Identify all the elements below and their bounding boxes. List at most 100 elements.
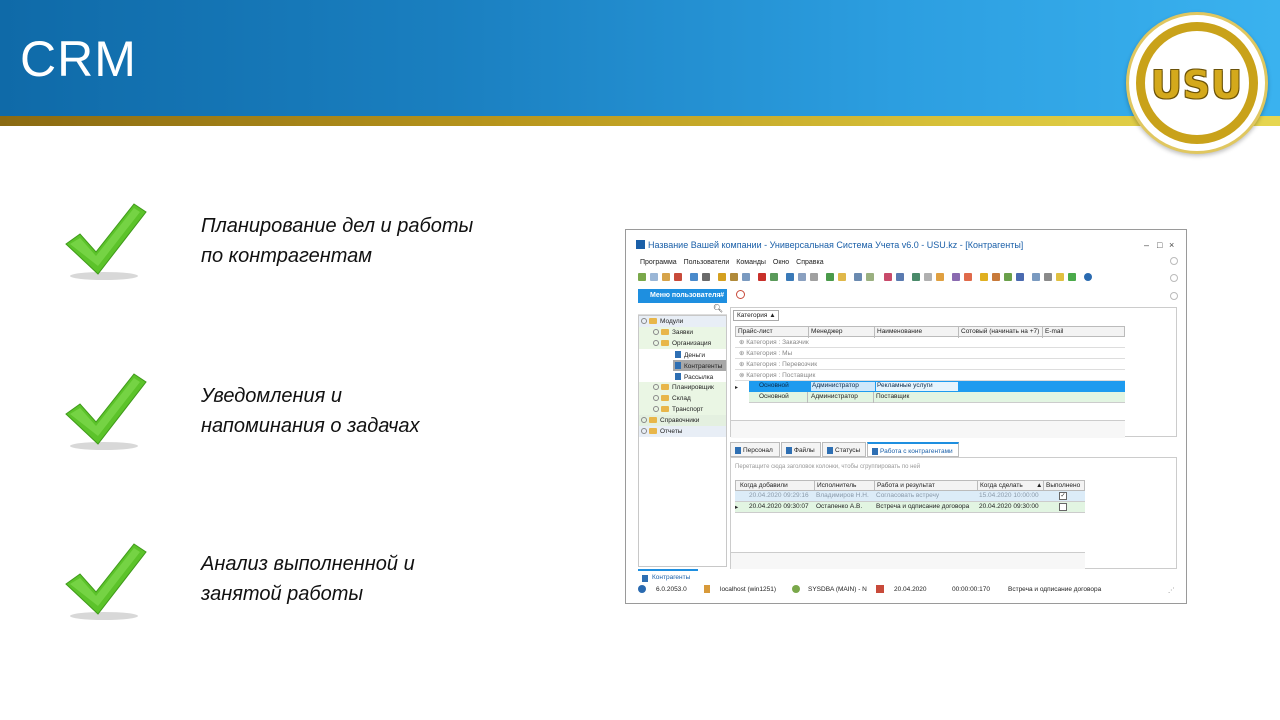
tree-item-reports[interactable]: Отчеты [641, 428, 682, 439]
table-cell: Согласовать встречу [876, 492, 940, 499]
menu-commands[interactable]: Команды [736, 259, 766, 266]
toolbar-overflow-icon[interactable] [1170, 274, 1178, 282]
sidebar-search[interactable]: 🔍︎ [638, 303, 727, 315]
toolbar-report-icon[interactable] [912, 273, 920, 281]
expand-icon[interactable] [641, 428, 647, 434]
tab-label: Работа с контрагентами [880, 448, 953, 455]
document-icon [675, 373, 681, 380]
table-row[interactable]: Основной Администратор Поставщик [749, 392, 1125, 403]
done-checkbox[interactable]: ✓ [1059, 492, 1067, 500]
group-row[interactable]: ⊗ Категория : Поставщик [735, 370, 1125, 381]
toolbar-color-icon[interactable] [964, 273, 972, 281]
tree-item-money[interactable]: Деньги [675, 351, 705, 362]
toolbar-bulb-icon[interactable] [936, 273, 944, 281]
close-button[interactable]: × [1169, 240, 1174, 250]
tree-item-mailing[interactable]: Рассылка [675, 373, 713, 384]
toolbar-search-icon[interactable] [702, 273, 710, 281]
toolbar-money-icon[interactable] [980, 273, 988, 281]
toolbar-calendar-icon[interactable] [896, 273, 904, 281]
toolbar-list-icon[interactable] [810, 273, 818, 281]
table-row[interactable]: Основной Администратор Рекламные услуги [749, 381, 1125, 392]
toolbar-note-icon[interactable] [838, 273, 846, 281]
column-header[interactable]: E-mail [1045, 328, 1063, 335]
tree-item-planner[interactable]: Планировщик [653, 384, 714, 395]
toolbar-import-icon[interactable] [826, 273, 834, 281]
toolbar-users-icon[interactable] [952, 273, 960, 281]
collapse-icon[interactable] [641, 318, 647, 324]
toolbar-printer-icon[interactable] [1044, 273, 1052, 281]
table-row[interactable]: 20.04.2020 09:29:16 Владимиров Н.Н. Согл… [735, 491, 1085, 502]
toolbar-export-icon[interactable] [854, 273, 862, 281]
toolbar-mail-icon[interactable] [884, 273, 892, 281]
toolbar-lock-icon[interactable] [992, 273, 1000, 281]
group-row[interactable]: ⊕ Категория : Перевозчик [735, 359, 1125, 370]
panel-overflow-icon[interactable] [1170, 292, 1178, 300]
column-header[interactable]: Работа и результат [877, 482, 935, 489]
resize-grip-icon[interactable]: ⋰ [1168, 586, 1175, 594]
group-row[interactable]: ⊕ Категория : Мы [735, 348, 1125, 359]
column-header[interactable]: Сотовый (начинать на +7) [961, 328, 1039, 335]
tab-files[interactable]: Файлы [781, 442, 821, 457]
toolbar-settings-icon[interactable] [924, 273, 932, 281]
tree-item-contractors[interactable]: Контрагенты [675, 362, 722, 373]
toolbar-star-icon[interactable] [1056, 273, 1064, 281]
expand-icon[interactable] [653, 384, 659, 390]
tree-item-organization[interactable]: Организация [653, 340, 711, 351]
tree-item-requests[interactable]: Заявки [653, 329, 693, 340]
tree-item-transport[interactable]: Транспорт [653, 406, 703, 417]
tree-item-warehouse[interactable]: Склад [653, 395, 691, 406]
maximize-button[interactable]: □ [1157, 240, 1162, 250]
collapse-icon[interactable] [653, 340, 659, 346]
group-row[interactable]: ⊕ Категория : Заказчик [735, 337, 1125, 348]
expand-icon[interactable] [653, 406, 659, 412]
toolbar-add-icon[interactable] [638, 273, 646, 281]
toolbar-chart-icon[interactable] [770, 273, 778, 281]
toolbar-sort-icon[interactable] [730, 273, 738, 281]
column-header[interactable]: Выполнено [1046, 482, 1080, 489]
column-header[interactable]: Менеджер [811, 328, 843, 335]
expand-icon[interactable] [653, 395, 659, 401]
expand-icon[interactable] [641, 417, 647, 423]
toolbar-delete-icon[interactable] [674, 273, 682, 281]
tree-item-references[interactable]: Справочники [641, 417, 699, 428]
tab-work-with-contractors[interactable]: Работа с контрагентами [867, 442, 959, 457]
toolbar-play-icon[interactable] [1068, 273, 1076, 281]
done-checkbox[interactable] [1059, 503, 1067, 511]
tab-staff[interactable]: Персонал [730, 442, 780, 457]
toolbar-refresh-icon[interactable] [690, 273, 698, 281]
expand-icon[interactable] [653, 329, 659, 335]
toolbar-tree-icon[interactable] [1004, 273, 1012, 281]
menu-overflow-icon[interactable] [1170, 257, 1178, 265]
toolbar-back-icon[interactable] [786, 273, 794, 281]
menu-program[interactable]: Программа [640, 259, 677, 266]
toolbar-tools-icon[interactable] [1016, 273, 1024, 281]
menu-window[interactable]: Окно [773, 259, 789, 266]
toolbar-forward-icon[interactable] [798, 273, 806, 281]
group-field-chip[interactable]: Категория ▲ [733, 310, 779, 321]
column-header[interactable]: Исполнитель [817, 482, 856, 489]
toolbar-filter-icon[interactable] [718, 273, 726, 281]
feature-planning-line2: по контрагентам [201, 245, 372, 267]
table-cell: 15.04.2020 10:00:00 [979, 492, 1039, 499]
minimize-button[interactable]: – [1144, 240, 1149, 250]
column-header[interactable]: Когда сделать [980, 482, 1023, 489]
toolbar-print-icon[interactable] [866, 273, 874, 281]
table-row[interactable]: ▸ 20.04.2020 09:30:07 Остапенко А.В. Вст… [735, 502, 1085, 513]
toolbar-info-icon[interactable] [1084, 273, 1092, 281]
stop-icon[interactable] [736, 290, 745, 299]
column-header[interactable]: Прайс-лист [738, 328, 773, 335]
toolbar-copy-icon[interactable] [650, 273, 658, 281]
toolbar-table-icon[interactable] [1032, 273, 1040, 281]
tree-item-modules[interactable]: Модули [641, 318, 683, 329]
window-tab-contractors[interactable]: Контрагенты [638, 569, 698, 583]
menu-users[interactable]: Пользователи [684, 259, 730, 266]
toolbar-flag-icon[interactable] [758, 273, 766, 281]
column-header[interactable]: Когда добавили [740, 482, 788, 489]
column-header[interactable]: Наименование [877, 328, 922, 335]
toolbar-group-icon[interactable] [742, 273, 750, 281]
toolbar-edit-icon[interactable] [662, 273, 670, 281]
menu-help[interactable]: Справка [796, 259, 823, 266]
search-icon[interactable]: 🔍︎ [713, 304, 723, 313]
pin-icon[interactable]: # [720, 292, 724, 299]
tab-statuses[interactable]: Статусы [822, 442, 866, 457]
